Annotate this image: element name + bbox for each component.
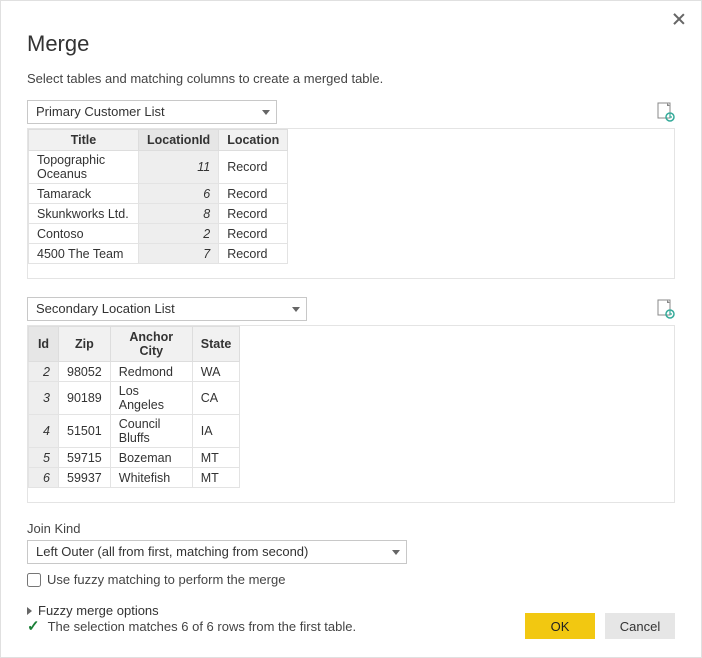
cell: 2 <box>139 224 219 244</box>
table-row[interactable]: 4 51501 Council Bluffs IA <box>29 415 240 448</box>
cell: 3 <box>29 382 59 415</box>
check-icon: ✓ <box>27 617 40 635</box>
close-icon[interactable] <box>671 11 687 27</box>
table2-dropdown[interactable]: Secondary Location List <box>27 297 307 321</box>
col-header[interactable]: State <box>192 327 240 362</box>
table1-selected-name: Primary Customer List <box>36 104 165 119</box>
chevron-down-icon <box>392 550 400 555</box>
cell: Record <box>219 204 288 224</box>
col-header-selected[interactable]: Id <box>29 327 59 362</box>
cell: 11 <box>139 151 219 184</box>
join-kind-dropdown[interactable]: Left Outer (all from first, matching fro… <box>27 540 407 564</box>
cell: MT <box>192 448 240 468</box>
col-header[interactable]: Location <box>219 130 288 151</box>
table-row[interactable]: 6 59937 Whitefish MT <box>29 468 240 488</box>
cell: Council Bluffs <box>110 415 192 448</box>
table-row[interactable]: Tamarack 6 Record <box>29 184 288 204</box>
table-row[interactable]: Topographic Oceanus 11 Record <box>29 151 288 184</box>
match-status-text: The selection matches 6 of 6 rows from t… <box>48 619 357 634</box>
cell: IA <box>192 415 240 448</box>
fuzzy-match-checkbox[interactable] <box>27 573 41 587</box>
cell: 2 <box>29 362 59 382</box>
match-status: ✓ The selection matches 6 of 6 rows from… <box>27 617 356 635</box>
col-header[interactable]: Zip <box>59 327 111 362</box>
cell: 8 <box>139 204 219 224</box>
cell: 98052 <box>59 362 111 382</box>
cancel-button[interactable]: Cancel <box>605 613 675 639</box>
cell: MT <box>192 468 240 488</box>
table-refresh-icon[interactable] <box>657 102 675 122</box>
table1-dropdown[interactable]: Primary Customer List <box>27 100 277 124</box>
cell: 4 <box>29 415 59 448</box>
cell: Contoso <box>29 224 139 244</box>
cell: 90189 <box>59 382 111 415</box>
col-header-selected[interactable]: LocationId <box>139 130 219 151</box>
table-row[interactable]: 2 98052 Redmond WA <box>29 362 240 382</box>
table2-selected-name: Secondary Location List <box>36 301 175 316</box>
chevron-down-icon <box>292 307 300 312</box>
cell: CA <box>192 382 240 415</box>
cell: Tamarack <box>29 184 139 204</box>
col-header[interactable]: Anchor City <box>110 327 192 362</box>
table-row[interactable]: 5 59715 Bozeman MT <box>29 448 240 468</box>
cell: 6 <box>139 184 219 204</box>
table-row[interactable]: 3 90189 Los Angeles CA <box>29 382 240 415</box>
table-refresh-icon[interactable] <box>657 299 675 319</box>
ok-button[interactable]: OK <box>525 613 595 639</box>
cell: 4500 The Team <box>29 244 139 264</box>
fuzzy-match-label: Use fuzzy matching to perform the merge <box>47 572 285 587</box>
cell: Topographic Oceanus <box>29 151 139 184</box>
cell: 7 <box>139 244 219 264</box>
table1-preview: Title LocationId Location Topographic Oc… <box>27 128 675 279</box>
table1-header-row: Title LocationId Location <box>29 130 288 151</box>
join-kind-label: Join Kind <box>27 521 675 536</box>
cell: 51501 <box>59 415 111 448</box>
cell: WA <box>192 362 240 382</box>
table-row[interactable]: Contoso 2 Record <box>29 224 288 244</box>
table1-grid[interactable]: Title LocationId Location Topographic Oc… <box>28 129 288 264</box>
cell: 6 <box>29 468 59 488</box>
cell: Record <box>219 244 288 264</box>
cell: Record <box>219 151 288 184</box>
table2-header-row: Id Zip Anchor City State <box>29 327 240 362</box>
cell: Record <box>219 224 288 244</box>
dialog-subtitle: Select tables and matching columns to cr… <box>27 71 675 86</box>
cell: Los Angeles <box>110 382 192 415</box>
join-kind-selected: Left Outer (all from first, matching fro… <box>36 544 308 559</box>
cell: Skunkworks Ltd. <box>29 204 139 224</box>
fuzzy-match-checkbox-row[interactable]: Use fuzzy matching to perform the merge <box>27 572 675 587</box>
col-header[interactable]: Title <box>29 130 139 151</box>
table-row[interactable]: 4500 The Team 7 Record <box>29 244 288 264</box>
cell: 5 <box>29 448 59 468</box>
chevron-down-icon <box>262 110 270 115</box>
table2-grid[interactable]: Id Zip Anchor City State 2 98052 Redmond… <box>28 326 240 488</box>
cell: 59715 <box>59 448 111 468</box>
cell: Redmond <box>110 362 192 382</box>
table2-preview: Id Zip Anchor City State 2 98052 Redmond… <box>27 325 675 503</box>
dialog-title: Merge <box>27 31 675 57</box>
merge-dialog: Merge Select tables and matching columns… <box>0 0 702 658</box>
cell: 59937 <box>59 468 111 488</box>
cell: Whitefish <box>110 468 192 488</box>
cell: Record <box>219 184 288 204</box>
table-row[interactable]: Skunkworks Ltd. 8 Record <box>29 204 288 224</box>
cell: Bozeman <box>110 448 192 468</box>
